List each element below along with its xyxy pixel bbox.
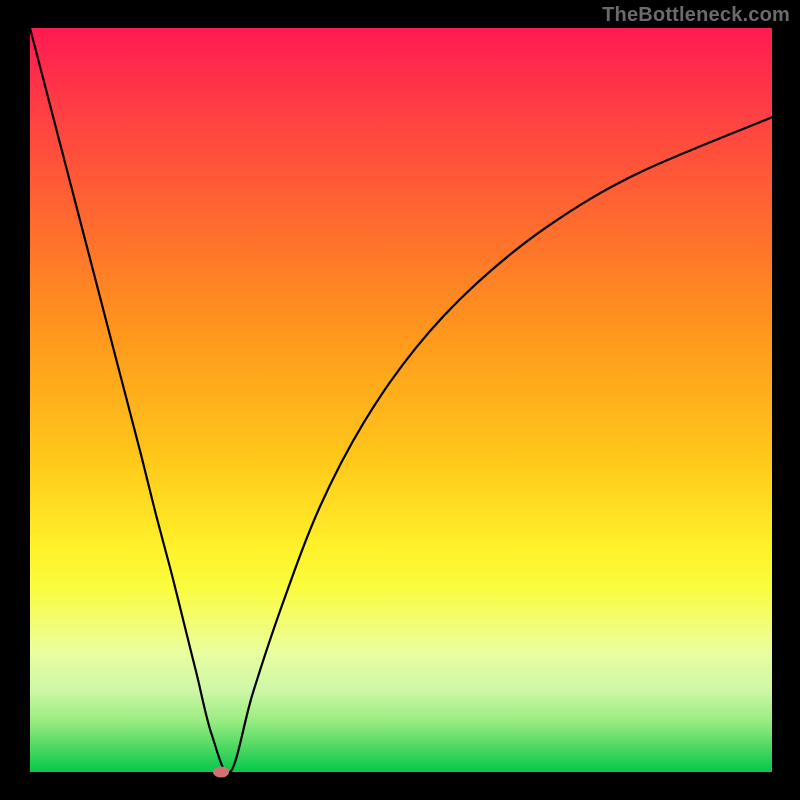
bottleneck-curve <box>30 28 772 772</box>
watermark-text: TheBottleneck.com <box>602 4 790 27</box>
minimum-point-marker <box>213 767 229 778</box>
chart-frame: TheBottleneck.com <box>0 0 800 800</box>
